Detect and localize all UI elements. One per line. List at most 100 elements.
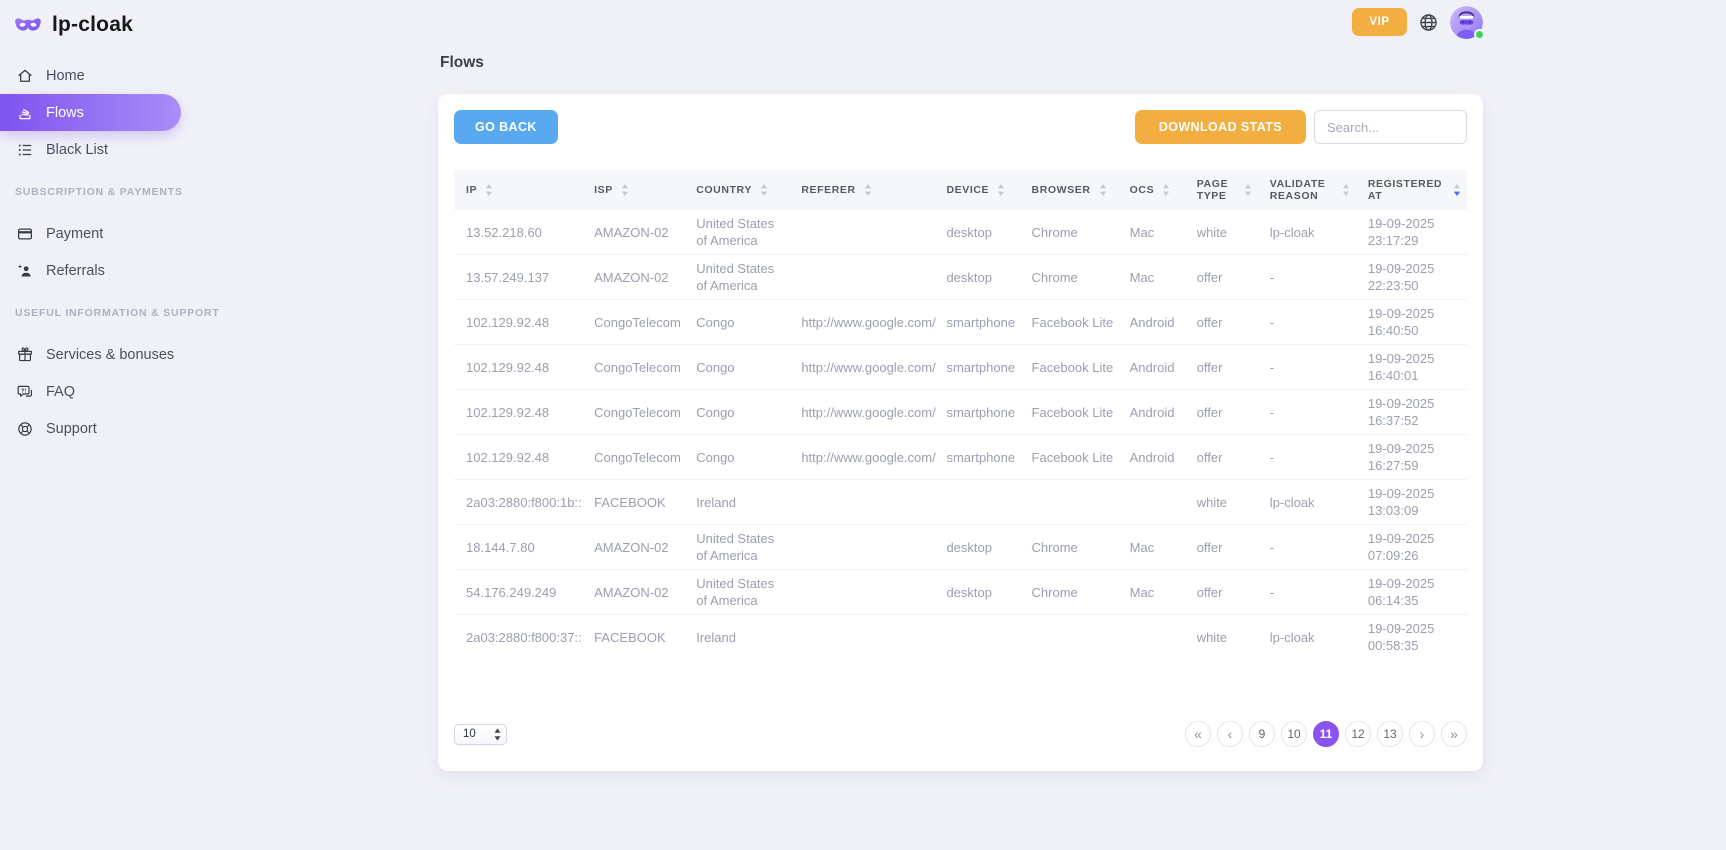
sort-icon xyxy=(1453,184,1461,196)
cell-validate_reason: - xyxy=(1258,525,1356,570)
cell-isp: AMAZON-02 xyxy=(582,570,684,615)
sidebar-item-label: Services & bonuses xyxy=(46,347,174,363)
column-header-country[interactable]: COUNTRY xyxy=(684,170,789,210)
pagination: «‹910111213›» xyxy=(1185,721,1467,747)
sidebar-item-payment[interactable]: Payment xyxy=(0,215,181,252)
cell-page_type: offer xyxy=(1185,390,1258,435)
sort-icon xyxy=(1342,184,1350,196)
gift-icon xyxy=(16,346,34,364)
cell-referer: http://www.google.com/ xyxy=(789,390,934,435)
sidebar-item-label: Black List xyxy=(46,142,108,158)
table-head: IPISP COUNTRY REFERER DEVICEBROWSEROCSPAGE … xyxy=(454,170,1467,210)
sidebar-nav: Home Flows Black List Subscription & pay… xyxy=(0,37,181,447)
prev-page-button[interactable]: ‹ xyxy=(1217,721,1243,747)
column-header-page_type[interactable]: PAGE TYPE xyxy=(1185,170,1258,210)
page-title: Flows xyxy=(440,54,1483,72)
page-button-10[interactable]: 10 xyxy=(1281,721,1307,747)
page-size-select[interactable]: 10 xyxy=(454,724,507,745)
card-footer: 10 «‹910111213›» xyxy=(454,721,1467,747)
last-page-button[interactable]: » xyxy=(1441,721,1467,747)
avatar[interactable] xyxy=(1450,6,1483,39)
cell-validate_reason: - xyxy=(1258,255,1356,300)
column-header-ocs[interactable]: OCS xyxy=(1118,170,1185,210)
cell-ocs: Mac xyxy=(1118,525,1185,570)
cell-ip: 13.52.218.60 xyxy=(454,210,582,255)
page-button-13[interactable]: 13 xyxy=(1377,721,1403,747)
cell-validate_reason: - xyxy=(1258,345,1356,390)
column-header-browser[interactable]: BROWSER xyxy=(1020,170,1118,210)
search-input[interactable] xyxy=(1314,110,1467,144)
sidebar-item-referrals[interactable]: Referrals xyxy=(0,252,181,289)
sidebar-item-label: Payment xyxy=(46,226,103,242)
sidebar-item-label: Home xyxy=(46,68,85,84)
cell-isp: FACEBOOK xyxy=(582,615,684,660)
table-row: 2a03:2880:f800:37::FACEBOOKIrelandwhitel… xyxy=(454,615,1467,660)
table-row: 2a03:2880:f800:1b::FACEBOOKIrelandwhitel… xyxy=(454,480,1467,525)
first-page-button[interactable]: « xyxy=(1185,721,1211,747)
table-row: 102.129.92.48CongoTelecomCongohttp://www… xyxy=(454,435,1467,480)
flows-table: IPISP COUNTRY REFERER DEVICEBROWSEROCSPAGE … xyxy=(454,170,1467,659)
table-row: 102.129.92.48CongoTelecomCongohttp://www… xyxy=(454,345,1467,390)
cell-isp: CongoTelecom xyxy=(582,435,684,480)
column-label: REFERER xyxy=(801,184,855,196)
cell-registered_at: 19-09-2025 16:40:50 xyxy=(1356,300,1467,345)
flows-card: GO BACK DOWNLOAD STATS IPISP COUNTRY REFER… xyxy=(438,94,1483,771)
go-back-button[interactable]: GO BACK xyxy=(454,110,558,144)
table-row: 13.57.249.137AMAZON-02United States of A… xyxy=(454,255,1467,300)
support-icon xyxy=(16,420,34,438)
stepper-arrows-icon xyxy=(494,728,501,741)
sidebar-item-faq[interactable]: ?! FAQ xyxy=(0,373,181,410)
referrals-icon xyxy=(16,262,34,280)
table-row: 18.144.7.80AMAZON-02United States of Ame… xyxy=(454,525,1467,570)
cell-country: Congo xyxy=(684,390,789,435)
flows-icon xyxy=(16,104,34,122)
cell-referer xyxy=(789,480,934,525)
column-header-referer[interactable]: REFERER xyxy=(789,170,934,210)
sidebar-item-flows[interactable]: Flows xyxy=(0,94,181,131)
cell-page_type: offer xyxy=(1185,255,1258,300)
cell-page_type: offer xyxy=(1185,435,1258,480)
cell-ip: 13.57.249.137 xyxy=(454,255,582,300)
cell-browser: Facebook Lite xyxy=(1020,435,1118,480)
cell-ocs xyxy=(1118,480,1185,525)
cell-ocs: Android xyxy=(1118,435,1185,480)
cell-isp: AMAZON-02 xyxy=(582,210,684,255)
column-header-isp[interactable]: ISP xyxy=(582,170,684,210)
next-page-button[interactable]: › xyxy=(1409,721,1435,747)
table-row: 102.129.92.48CongoTelecomCongohttp://www… xyxy=(454,390,1467,435)
cell-referer: http://www.google.com/ xyxy=(789,345,934,390)
sort-icon xyxy=(1244,184,1252,196)
cell-isp: CongoTelecom xyxy=(582,345,684,390)
sidebar-item-label: Support xyxy=(46,421,97,437)
download-stats-button[interactable]: DOWNLOAD STATS xyxy=(1135,110,1306,144)
app-logo[interactable]: lp-cloak xyxy=(0,0,181,37)
column-header-device[interactable]: DEVICE xyxy=(934,170,1019,210)
cell-country: Ireland xyxy=(684,615,789,660)
cell-ip: 102.129.92.48 xyxy=(454,390,582,435)
cell-validate_reason: lp-cloak xyxy=(1258,210,1356,255)
column-label: COUNTRY xyxy=(696,184,752,196)
page-button-11[interactable]: 11 xyxy=(1313,721,1339,747)
blacklist-icon xyxy=(16,141,34,159)
cell-device xyxy=(934,615,1019,660)
cell-ip: 102.129.92.48 xyxy=(454,435,582,480)
sidebar-item-support[interactable]: Support xyxy=(0,410,181,447)
page-button-9[interactable]: 9 xyxy=(1249,721,1275,747)
cell-device: desktop xyxy=(934,570,1019,615)
column-header-ip[interactable]: IP xyxy=(454,170,582,210)
cell-page_type: white xyxy=(1185,480,1258,525)
cell-ocs: Mac xyxy=(1118,255,1185,300)
sidebar-item-black-list[interactable]: Black List xyxy=(0,131,181,168)
cell-country: United States of America xyxy=(684,255,789,300)
payment-icon xyxy=(16,225,34,243)
column-header-validate_reason[interactable]: VALIDATE REASON xyxy=(1258,170,1356,210)
sidebar-item-home[interactable]: Home xyxy=(0,57,181,94)
cell-browser: Chrome xyxy=(1020,525,1118,570)
sidebar-item-label: Flows xyxy=(46,105,84,121)
column-header-registered_at[interactable]: REGISTERED AT xyxy=(1356,170,1467,210)
cell-page_type: white xyxy=(1185,210,1258,255)
sidebar-item-services-bonuses[interactable]: Services & bonuses xyxy=(0,336,181,373)
globe-icon[interactable] xyxy=(1418,12,1439,33)
vip-button[interactable]: VIP xyxy=(1352,8,1407,36)
page-button-12[interactable]: 12 xyxy=(1345,721,1371,747)
